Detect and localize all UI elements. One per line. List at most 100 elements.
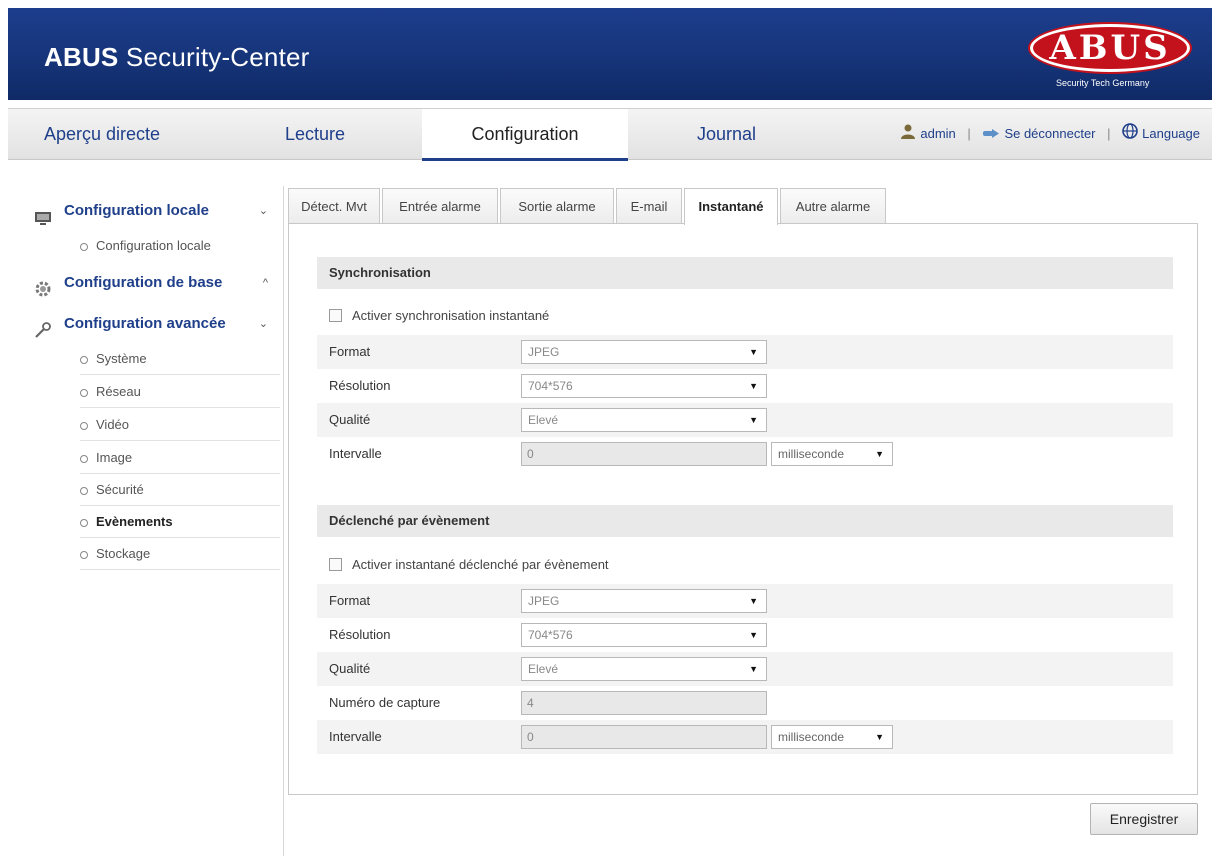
sidebar-group-label: Configuration locale xyxy=(64,202,210,219)
dropdown-arrow-icon: ▼ xyxy=(749,630,758,640)
select-value: Elevé xyxy=(528,662,559,676)
select-value: milliseconde xyxy=(778,447,845,461)
event-format-select[interactable]: JPEG ▼ xyxy=(521,589,767,613)
user-icon xyxy=(900,110,916,160)
app-title-brand: ABUS xyxy=(44,42,119,72)
nav-configuration[interactable]: Configuration xyxy=(422,109,628,161)
field-label: Résolution xyxy=(329,627,391,642)
event-capture-input[interactable]: 4 xyxy=(521,691,767,715)
sync-enable-checkbox[interactable] xyxy=(329,309,342,323)
dropdown-arrow-icon: ▼ xyxy=(749,415,758,425)
sync-interval-row: Intervalle 0 milliseconde ▼ xyxy=(317,437,1173,471)
sync-interval-input[interactable]: 0 xyxy=(521,442,767,466)
event-interval-unit-select[interactable]: milliseconde ▼ xyxy=(771,725,893,749)
nav-playback[interactable]: Lecture xyxy=(285,109,345,161)
dropdown-arrow-icon: ▼ xyxy=(749,347,758,357)
sidebar-item-storage[interactable]: Stockage xyxy=(80,538,280,570)
sidebar-item-label: Réseau xyxy=(96,384,141,399)
sidebar-group-basic-config[interactable]: Configuration de base ^ xyxy=(30,264,280,302)
sidebar-item-local-config[interactable]: Configuration locale xyxy=(80,230,280,262)
nav-user-area: admin | Se déconnecter | Language xyxy=(900,109,1200,161)
tab-snapshot[interactable]: Instantané xyxy=(684,188,778,225)
field-label: Qualité xyxy=(329,661,371,676)
event-enable-row[interactable]: Activer instantané déclenché par évèneme… xyxy=(329,553,609,577)
app-title: ABUS Security-Center xyxy=(44,42,310,73)
tab-alarm-input[interactable]: Entrée alarme xyxy=(382,188,498,224)
language-link[interactable]: Language xyxy=(1142,126,1200,141)
dropdown-arrow-icon: ▼ xyxy=(875,732,884,742)
event-resolution-row: Résolution 704*576 ▼ xyxy=(317,618,1173,652)
sidebar-item-system[interactable]: Système xyxy=(80,343,280,375)
dropdown-arrow-icon: ▼ xyxy=(875,449,884,459)
select-value: JPEG xyxy=(528,594,560,608)
abus-logo: ABUS Security Tech Germany xyxy=(1022,24,1194,96)
app-title-rest: Security-Center xyxy=(125,42,310,72)
tab-other-alarm[interactable]: Autre alarme xyxy=(780,188,886,224)
user-name[interactable]: admin xyxy=(920,126,955,141)
sidebar-group-advanced-config[interactable]: Configuration avancée ⌄ xyxy=(30,305,280,343)
select-value: 704*576 xyxy=(528,628,573,642)
event-quality-select[interactable]: Elevé ▼ xyxy=(521,657,767,681)
sidebar-item-label: Sécurité xyxy=(96,482,144,497)
bullet-icon xyxy=(80,550,88,559)
save-button[interactable]: Enregistrer xyxy=(1090,803,1198,835)
event-enable-checkbox[interactable] xyxy=(329,558,342,572)
event-interval-input[interactable]: 0 xyxy=(521,725,767,749)
app-header: ABUS Security-Center ABUS Security Tech … xyxy=(8,8,1212,100)
sync-enable-row[interactable]: Activer synchronisation instantané xyxy=(329,304,549,328)
chevron-down-icon: ⌄ xyxy=(258,318,268,330)
dropdown-arrow-icon: ▼ xyxy=(749,381,758,391)
sidebar-group-label: Configuration de base xyxy=(64,274,223,291)
main-navigation: Aperçu directe Lecture Configuration Jou… xyxy=(8,108,1212,161)
sidebar-item-image[interactable]: Image xyxy=(80,442,280,474)
sidebar-item-network[interactable]: Réseau xyxy=(80,376,280,408)
field-label: Format xyxy=(329,344,371,359)
nav-live-view[interactable]: Aperçu directe xyxy=(44,109,160,161)
dropdown-arrow-icon: ▼ xyxy=(749,664,758,674)
sync-resolution-select[interactable]: 704*576 ▼ xyxy=(521,374,767,398)
bullet-icon xyxy=(80,454,88,463)
tab-motion-detection[interactable]: Détect. Mvt xyxy=(288,188,380,224)
wrench-icon xyxy=(34,316,52,338)
globe-icon xyxy=(1122,110,1138,160)
nav-separator: | xyxy=(967,126,971,141)
event-capture-row: Numéro de capture 4 xyxy=(317,686,1173,720)
sidebar-item-video[interactable]: Vidéo xyxy=(80,409,280,441)
chevron-down-icon: ⌄ xyxy=(258,205,268,217)
sidebar-item-label: Vidéo xyxy=(96,417,130,432)
nav-log[interactable]: Journal xyxy=(697,109,756,161)
bullet-icon xyxy=(80,486,88,495)
monitor-icon xyxy=(34,203,52,225)
sidebar-item-label: Configuration locale xyxy=(96,238,211,253)
logo-text: ABUS xyxy=(1049,28,1171,68)
event-resolution-select[interactable]: 704*576 ▼ xyxy=(521,623,767,647)
select-value: JPEG xyxy=(528,345,560,359)
bullet-icon xyxy=(80,518,88,527)
field-label: Format xyxy=(329,593,371,608)
bullet-icon xyxy=(80,388,88,397)
logo-tagline: Security Tech Germany xyxy=(1056,78,1150,88)
sync-enable-label: Activer synchronisation instantané xyxy=(352,308,550,323)
bullet-icon xyxy=(80,355,88,364)
dropdown-arrow-icon: ▼ xyxy=(749,596,758,606)
event-interval-row: Intervalle 0 milliseconde ▼ xyxy=(317,720,1173,754)
sync-quality-select[interactable]: Elevé ▼ xyxy=(521,408,767,432)
tab-alarm-output[interactable]: Sortie alarme xyxy=(500,188,614,224)
event-quality-row: Qualité Elevé ▼ xyxy=(317,652,1173,686)
gear-icon xyxy=(34,275,52,297)
tab-email[interactable]: E-mail xyxy=(616,188,682,224)
sidebar-item-security[interactable]: Sécurité xyxy=(80,474,280,506)
event-format-row: Format JPEG ▼ xyxy=(317,584,1173,618)
sidebar-group-label: Configuration avancée xyxy=(64,315,226,332)
sidebar-divider xyxy=(283,186,284,856)
logout-link[interactable]: Se déconnecter xyxy=(1004,126,1095,141)
sync-interval-unit-select[interactable]: milliseconde ▼ xyxy=(771,442,893,466)
select-value: 704*576 xyxy=(528,379,573,393)
sync-format-select[interactable]: JPEG ▼ xyxy=(521,340,767,364)
section-header-sync: Synchronisation xyxy=(317,257,1173,289)
bullet-icon xyxy=(80,242,88,251)
sidebar-group-local-config[interactable]: Configuration locale ⌄ xyxy=(30,192,280,230)
sidebar-item-events[interactable]: Evènements xyxy=(80,506,280,538)
sidebar-item-label: Evènements xyxy=(96,514,173,529)
select-value: Elevé xyxy=(528,413,559,427)
